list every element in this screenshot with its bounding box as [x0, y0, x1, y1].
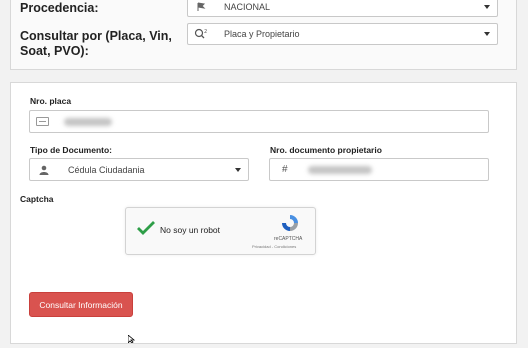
chevron-down-icon	[484, 5, 490, 9]
placa-label: Nro. placa	[30, 96, 72, 106]
placa-value-redacted	[64, 118, 112, 126]
nro-documento-value-redacted	[308, 166, 372, 174]
nro-documento-label: Nro. documento propietario	[270, 145, 382, 155]
svg-text:2: 2	[204, 29, 207, 35]
recaptcha-icon	[280, 213, 300, 238]
recaptcha-brand: reCAPTCHA	[274, 236, 303, 242]
consultar-informacion-button[interactable]: Consultar Información	[29, 292, 133, 317]
user-icon	[30, 159, 58, 180]
recaptcha-widget: No soy un robot reCAPTCHA Privacidad - C…	[125, 207, 316, 255]
hash-icon: #	[282, 164, 288, 175]
checkmark-icon[interactable]	[136, 220, 156, 241]
placa-input[interactable]	[29, 110, 489, 133]
card-icon	[36, 117, 49, 126]
consultar-por-label: Consultar por (Placa, Vin, Soat, PVO):	[20, 29, 172, 59]
consultar-por-value: Placa y Propietario	[224, 29, 300, 39]
procedencia-select[interactable]: NACIONAL	[187, 0, 498, 17]
search-icon: 2	[188, 24, 214, 44]
flag-icon	[188, 0, 214, 16]
recaptcha-checkbox-text: No soy un robot	[160, 225, 221, 235]
tipo-documento-select[interactable]: Cédula Ciudadania	[29, 158, 249, 181]
captcha-label: Captcha	[20, 194, 54, 204]
consultar-por-label-line1: Consultar por (Placa, Vin,	[20, 29, 172, 43]
recaptcha-links[interactable]: Privacidad - Condiciones	[252, 244, 296, 249]
consultar-por-label-line2: Soat, PVO):	[20, 44, 89, 58]
cursor-icon	[127, 330, 136, 348]
tipo-documento-value: Cédula Ciudadania	[68, 165, 145, 175]
procedencia-value: NACIONAL	[224, 2, 271, 12]
consultar-por-select[interactable]: 2 Placa y Propietario	[187, 23, 498, 45]
chevron-down-icon	[484, 32, 490, 36]
tipo-documento-label: Tipo de Documento:	[30, 145, 113, 155]
chevron-down-icon	[235, 167, 241, 172]
nro-documento-input[interactable]: #	[269, 158, 489, 181]
procedencia-label: Procedencia:	[20, 1, 99, 15]
